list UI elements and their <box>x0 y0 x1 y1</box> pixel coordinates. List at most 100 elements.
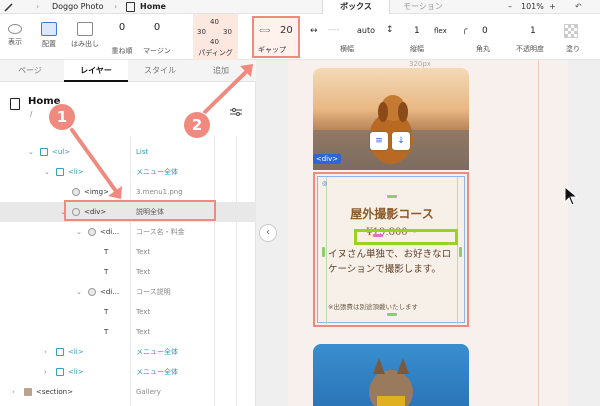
padding-bottom-value[interactable]: 40 <box>210 38 219 46</box>
gap-control[interactable]: ⟺ 20 ギャップ <box>252 16 300 58</box>
layer-row[interactable]: T Text <box>0 322 256 342</box>
gap-icon: ⟺ <box>259 26 271 35</box>
layer-row[interactable]: ⌄ <li> メニュー全体 <box>0 162 256 182</box>
zoom-in-button[interactable]: + <box>549 0 556 14</box>
expand-chevron-icon[interactable]: › <box>12 382 15 402</box>
opacity-value[interactable]: 1 <box>530 26 536 36</box>
document-icon <box>126 2 135 12</box>
zoom-level[interactable]: 101% <box>521 0 544 14</box>
layer-label: Gallery <box>136 388 161 396</box>
height-unit[interactable]: flex <box>434 27 447 35</box>
annotation-step-1: 1 <box>49 104 75 130</box>
width-arrows-icon: ↔ <box>310 26 318 36</box>
margin-value[interactable]: 0 <box>140 22 174 36</box>
breadcrumb-separator: › <box>36 2 40 11</box>
corner-label: 角丸 <box>476 45 490 53</box>
gap-label: ギャップ <box>258 46 286 54</box>
expand-chevron-icon[interactable]: › <box>44 362 47 382</box>
layer-name: <section> <box>36 388 73 396</box>
height-label: 縦幅 <box>410 45 424 53</box>
fill-swatch-icon[interactable] <box>564 24 578 38</box>
display-control[interactable]: 表示 <box>2 18 28 47</box>
padding-control[interactable]: 40 30 30 40 パディング <box>193 14 238 60</box>
layer-row[interactable]: ⌄ <ul> List <box>0 142 256 162</box>
tab-box[interactable]: ボックス <box>322 0 390 14</box>
layer-row[interactable]: ⌄ <di… コース説明 <box>0 282 256 302</box>
fill-label: 塗り <box>566 45 580 53</box>
layer-row[interactable]: › <li> メニュー全体 <box>0 362 256 382</box>
padding-left-value[interactable]: 30 <box>197 28 206 36</box>
gap-value[interactable]: 20 <box>280 25 293 36</box>
tab-styles[interactable]: スタイル <box>128 60 192 82</box>
properties-toolbar: 表示 配置 はみ出し 0 重ね順 0 マージン 40 30 30 40 パディン… <box>0 14 600 60</box>
width-value[interactable]: auto <box>357 26 375 35</box>
layer-node-icon <box>88 228 96 236</box>
breadcrumb-page[interactable]: Home <box>140 0 166 14</box>
tab-layers[interactable]: レイヤー <box>64 60 128 82</box>
gap-indicator <box>373 234 383 237</box>
selected-description-box[interactable]: ◎ 屋外撮影コース ¥19,800〜 イヌさん単独で、お好きなロケーションで撮影… <box>313 172 469 327</box>
layer-name: T <box>104 308 109 316</box>
tab-motion[interactable]: モーション <box>398 0 448 14</box>
breadcrumb-project[interactable]: Doggo Photo <box>52 0 103 14</box>
expand-chevron-icon[interactable]: ⌄ <box>76 282 82 302</box>
stacking-control[interactable]: 0 重ね順 <box>110 18 134 56</box>
filter-icon[interactable]: ≡ <box>370 132 388 150</box>
course-title: 屋外撮影コース <box>350 207 434 221</box>
tab-add[interactable]: 追加 <box>196 60 246 82</box>
layer-label: 3.menu1.png <box>136 188 183 196</box>
expand-chevron-icon[interactable]: ⌄ <box>76 222 82 242</box>
layer-row[interactable]: T Text <box>0 302 256 322</box>
settings-sliders-icon[interactable] <box>230 102 242 116</box>
panel-tabs: ページ レイヤー スタイル 追加 <box>0 60 256 82</box>
margin-control[interactable]: 0 マージン <box>140 18 174 56</box>
layer-label: メニュー全体 <box>136 368 178 376</box>
description-container: ◎ 屋外撮影コース ¥19,800〜 イヌさん単独で、お好きなロケーションで撮影… <box>317 176 465 324</box>
corner-value[interactable]: 0 <box>482 26 488 36</box>
height-arrows-icon: ↕ <box>386 25 394 35</box>
layer-node-icon <box>40 148 48 156</box>
course-note: ※出張費は別途頂戴いたします <box>328 303 418 311</box>
padding-top-value[interactable]: 40 <box>210 18 219 26</box>
layer-row[interactable]: <img> 3.menu1.png <box>0 182 256 202</box>
stacking-value[interactable]: 0 <box>110 22 134 36</box>
expand-chevron-icon[interactable]: › <box>44 342 47 362</box>
layer-node-icon <box>56 348 64 356</box>
expand-chevron-icon[interactable]: ⌄ <box>44 162 50 182</box>
stacking-label: 重ね順 <box>111 47 133 55</box>
layer-row[interactable]: ⌄ <di… コース名・料金 <box>0 222 256 242</box>
pen-icon[interactable] <box>4 0 18 14</box>
padding-right-value[interactable]: 30 <box>223 28 232 36</box>
artboard-margin <box>538 60 568 406</box>
height-value[interactable]: 1 <box>414 26 420 36</box>
collapse-panel-button[interactable]: ‹ <box>259 224 277 242</box>
layer-name: <li> <box>68 368 84 376</box>
arrange-control[interactable]: 配置 <box>36 18 62 49</box>
zoom-out-button[interactable]: – <box>508 0 512 14</box>
design-canvas[interactable]: ‹ 320px ≡ ↓ <div> ◎ 屋外撮影コース ¥19,800〜 イヌさ… <box>256 60 600 406</box>
padding-indicator <box>387 313 397 316</box>
breadcrumb-separator: › <box>114 2 118 11</box>
layer-row[interactable]: › <section> Gallery <box>0 382 256 402</box>
page-icon <box>10 98 20 110</box>
expand-chevron-icon[interactable]: ⌄ <box>28 142 34 162</box>
layer-label: Text <box>136 248 151 256</box>
layer-node-icon <box>56 168 64 176</box>
layer-name: <di… <box>100 288 120 296</box>
layer-label: メニュー全体 <box>136 168 178 176</box>
layer-row[interactable]: › <li> メニュー全体 <box>0 342 256 362</box>
layer-row[interactable]: T Text <box>0 242 256 262</box>
download-icon[interactable]: ↓ <box>392 132 410 150</box>
page-path: / <box>30 110 33 118</box>
undo-icon[interactable]: ↶ <box>575 0 582 14</box>
width-dashes: ---- <box>328 25 340 34</box>
layer-label: コース名・料金 <box>136 228 185 236</box>
layer-name: <li> <box>68 168 84 176</box>
layer-row[interactable]: T Text <box>0 262 256 282</box>
artboard-width-label: 320px <box>409 60 431 68</box>
overflow-control[interactable]: はみ出し <box>70 18 100 49</box>
layer-label: List <box>136 148 149 156</box>
tab-pages[interactable]: ページ <box>0 60 60 82</box>
dog-blue-photo[interactable] <box>313 344 469 406</box>
layer-name: <li> <box>68 348 84 356</box>
